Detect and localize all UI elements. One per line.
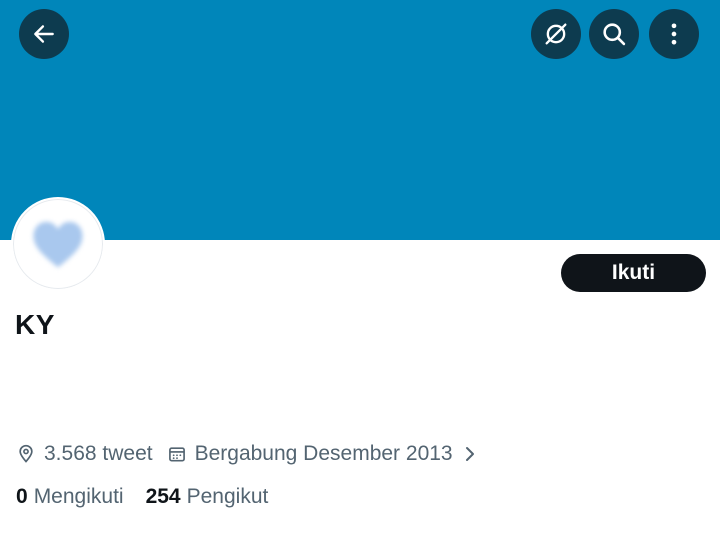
display-name: KY <box>15 309 55 340</box>
followers-label: Pengikut <box>186 485 269 508</box>
arrow-left-icon <box>34 25 54 43</box>
heart-icon <box>33 221 83 268</box>
back-button[interactable] <box>19 9 69 59</box>
eye-slash-circle-icon <box>545 23 567 45</box>
following-link[interactable]: 0 Mengikuti <box>16 485 124 509</box>
tweet-count-item: 3.568 tweet <box>16 442 153 466</box>
following-label: Mengikuti <box>33 485 124 508</box>
join-date: Bergabung Desember 2013 <box>194 442 453 465</box>
more-options-button[interactable] <box>649 9 699 59</box>
profile-meta: 3.568 tweet Bergabung Desember 2013 <box>16 440 485 468</box>
join-date-item[interactable]: Bergabung Desember 2013 <box>167 442 485 466</box>
follow-button[interactable]: Ikuti <box>561 254 706 292</box>
hide-button[interactable] <box>531 9 581 59</box>
chevron-right-icon <box>465 447 474 461</box>
following-count: 0 <box>16 485 28 508</box>
location-pin-icon <box>19 444 33 463</box>
avatar[interactable] <box>11 197 105 291</box>
tweet-count: 3.568 tweet <box>44 442 153 465</box>
follow-stats: 0 Mengikuti 254 Pengikut <box>16 483 268 511</box>
calendar-icon <box>168 447 185 462</box>
search-button[interactable] <box>589 9 639 59</box>
search-icon <box>603 23 626 46</box>
followers-link[interactable]: 254 Pengikut <box>146 485 269 509</box>
more-vertical-icon <box>671 23 677 45</box>
followers-count: 254 <box>145 485 181 508</box>
